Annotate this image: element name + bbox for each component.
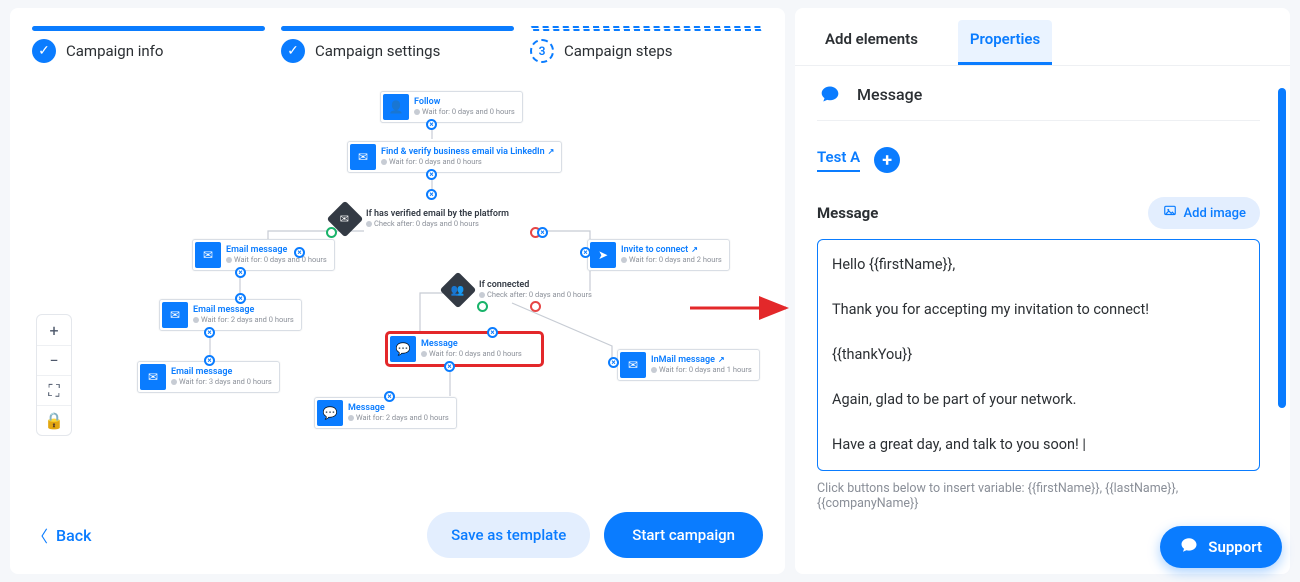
image-icon [1162, 204, 1178, 222]
port-true[interactable] [477, 301, 488, 312]
zoom-fit-button[interactable]: ⛶ [37, 375, 71, 405]
message-section-label: Message [817, 204, 878, 222]
step-campaign-steps[interactable]: 3 Campaign steps [530, 26, 763, 63]
inmail-icon: ✉ [620, 352, 646, 378]
email-icon: ✉ [162, 302, 188, 328]
stepper: ✓ Campaign info ✓ Campaign settings 3 Ca… [32, 26, 763, 63]
port[interactable]: × [426, 189, 437, 200]
panel-tabs: Add elements Properties [795, 8, 1290, 66]
add-variant-button[interactable]: + [874, 147, 900, 173]
email-icon: ✉ [140, 364, 166, 390]
message-icon: 💬 [390, 336, 416, 362]
ab-variants: Test A + [817, 147, 1260, 173]
external-link-icon: ↗ [548, 147, 555, 156]
element-type-label: Message [857, 85, 922, 104]
zoom-out-button[interactable]: − [37, 345, 71, 375]
node-follow[interactable]: 👤 Follow Wait for: 0 days and 0 hours [380, 91, 523, 123]
variable-hint: Click buttons below to insert variable: … [817, 481, 1260, 511]
node-inmail[interactable]: ✉ InMail message↗ Wait for: 0 days and 1… [617, 349, 760, 381]
external-link-icon: ↗ [718, 355, 725, 364]
port[interactable]: × [426, 169, 437, 180]
port[interactable]: × [294, 247, 305, 258]
save-template-button[interactable]: Save as template [427, 512, 590, 558]
chat-icon [1180, 536, 1198, 558]
zoom-lock-button[interactable]: 🔒 [37, 405, 71, 435]
node-if-verified[interactable]: ✉ If has verified email by the platform … [332, 206, 509, 232]
follow-icon: 👤 [383, 94, 409, 120]
port[interactable]: × [487, 327, 498, 338]
tab-add-elements[interactable]: Add elements [813, 20, 930, 65]
verify-email-icon: ✉ [350, 144, 376, 170]
port[interactable]: × [384, 391, 395, 402]
builder-footer: 〈 Back Save as template Start campaign [32, 506, 763, 558]
email-icon: ✉ [195, 242, 221, 268]
step-campaign-info[interactable]: ✓ Campaign info [32, 26, 265, 63]
port[interactable]: × [537, 227, 548, 238]
back-button[interactable]: 〈 Back [32, 523, 91, 547]
message-icon: 💬 [317, 400, 343, 426]
zoom-controls: + − ⛶ 🔒 [36, 314, 72, 436]
node-invite[interactable]: ➤ Invite to connect↗ Wait for: 0 days an… [587, 239, 730, 271]
add-image-button[interactable]: Add image [1148, 197, 1260, 229]
condition-icon: 👥 [440, 272, 477, 309]
external-link-icon: ↗ [691, 245, 698, 254]
port[interactable]: × [426, 119, 437, 130]
port[interactable]: × [235, 293, 246, 304]
check-icon: ✓ [281, 39, 305, 63]
node-find-email[interactable]: ✉ Find & verify business email via Linke… [347, 141, 562, 173]
port[interactable]: × [235, 267, 246, 278]
campaign-builder: ✓ Campaign info ✓ Campaign settings 3 Ca… [10, 8, 785, 574]
flow-canvas[interactable]: 👤 Follow Wait for: 0 days and 0 hours × … [32, 71, 763, 506]
start-campaign-button[interactable]: Start campaign [604, 512, 763, 558]
support-button[interactable]: Support [1160, 526, 1282, 568]
zoom-in-button[interactable]: + [37, 315, 71, 345]
node-email-1[interactable]: ✉ Email message Wait for: 0 days and 0 h… [192, 239, 335, 271]
node-message-2[interactable]: 💬 Message Wait for: 2 days and 0 hours [314, 397, 457, 429]
port[interactable]: × [204, 355, 215, 366]
step-label: Campaign steps [564, 42, 673, 60]
port-false[interactable] [530, 301, 541, 312]
port[interactable]: × [204, 327, 215, 338]
step-number-badge: 3 [530, 39, 554, 63]
port-true[interactable] [326, 227, 337, 238]
chevron-left-icon: 〈 [32, 523, 48, 547]
port[interactable]: × [580, 247, 591, 258]
properties-panel: Add elements Properties Message Test A +… [795, 8, 1290, 574]
ab-variant-a[interactable]: Test A [817, 148, 860, 172]
element-type-header: Message [817, 84, 1260, 121]
step-campaign-settings[interactable]: ✓ Campaign settings [281, 26, 514, 63]
step-label: Campaign settings [315, 42, 440, 60]
message-textarea[interactable]: Hello {{firstName}}, Thank you for accep… [817, 239, 1260, 471]
port[interactable]: × [444, 361, 455, 372]
port[interactable]: × [608, 357, 619, 368]
invite-icon: ➤ [590, 242, 616, 268]
node-email-2[interactable]: ✉ Email message Wait for: 2 days and 0 h… [159, 299, 302, 331]
node-message-selected[interactable]: 💬 Message Wait for: 0 days and 0 hours [387, 333, 542, 365]
message-icon [817, 84, 843, 104]
node-if-connected[interactable]: 👥 If connected Check after: 0 days and 0… [445, 277, 592, 303]
step-label: Campaign info [66, 42, 163, 60]
check-icon: ✓ [32, 39, 56, 63]
tab-properties[interactable]: Properties [958, 20, 1052, 65]
